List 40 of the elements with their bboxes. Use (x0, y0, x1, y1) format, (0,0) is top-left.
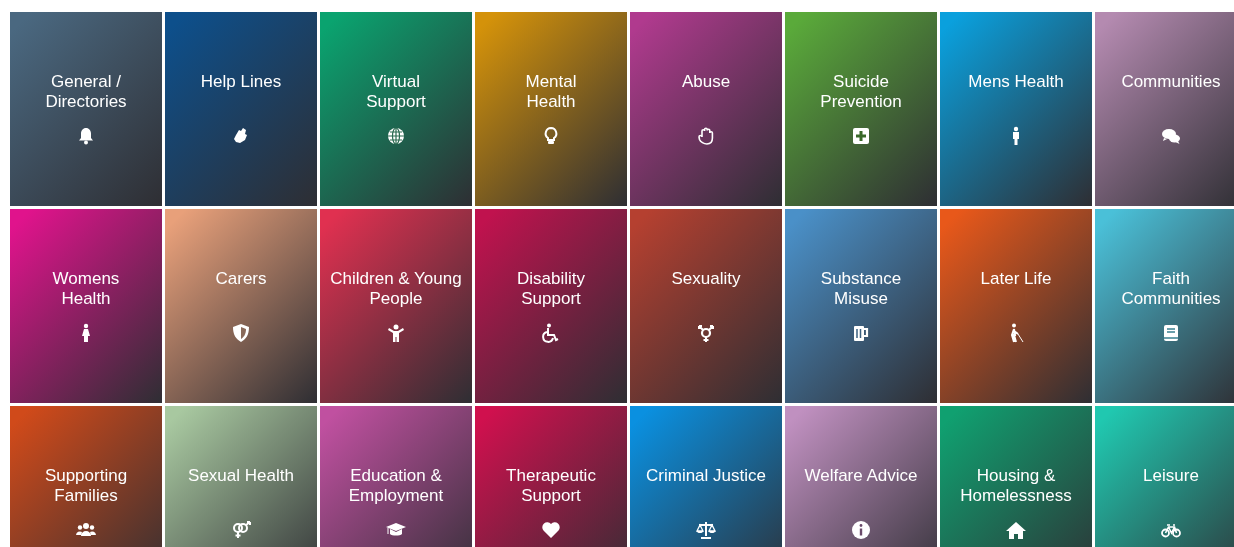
transgender-icon (696, 323, 716, 343)
venus-mars-icon (231, 520, 251, 540)
category-tile[interactable]: Carers (165, 209, 317, 403)
book-icon (1161, 323, 1181, 343)
category-tile[interactable]: Leisure (1095, 406, 1234, 547)
category-tile[interactable]: Abuse (630, 12, 782, 206)
category-tile[interactable]: Suicide Prevention (785, 12, 937, 206)
shield-icon (231, 323, 251, 343)
category-tile[interactable]: Housing & Homelessness (940, 406, 1092, 547)
category-tile[interactable]: Substance Misuse (785, 209, 937, 403)
category-tile[interactable]: Therapeutic Support (475, 406, 627, 547)
bell-icon (76, 126, 96, 146)
category-tile[interactable]: General / Directories (10, 12, 162, 206)
mug-icon (851, 323, 871, 343)
category-tile[interactable]: Sexual Health (165, 406, 317, 547)
category-tile[interactable]: Mens Health (940, 12, 1092, 206)
category-tile[interactable]: Criminal Justice (630, 406, 782, 547)
category-tile[interactable]: Education & Employment (320, 406, 472, 547)
scales-icon (696, 520, 716, 540)
category-tile[interactable]: Virtual Support (320, 12, 472, 206)
category-tile[interactable]: Welfare Advice (785, 406, 937, 547)
child-icon (386, 323, 406, 343)
speech-bubbles-icon (1161, 126, 1181, 146)
plus-square-icon (851, 126, 871, 146)
category-tile[interactable]: Help Lines (165, 12, 317, 206)
category-tile[interactable]: Sexuality (630, 209, 782, 403)
category-tile[interactable]: Supporting Families (10, 406, 162, 547)
info-icon (851, 520, 871, 540)
category-tile[interactable]: Mental Health (475, 12, 627, 206)
category-tile[interactable]: Disability Support (475, 209, 627, 403)
house-icon (1006, 520, 1026, 540)
category-tile[interactable]: Children & Young People (320, 209, 472, 403)
category-tile[interactable]: Later Life (940, 209, 1092, 403)
category-tile[interactable]: Womens Health (10, 209, 162, 403)
category-tile[interactable]: Faith Communities (1095, 209, 1234, 403)
heart-icon (541, 520, 561, 540)
category-tile[interactable]: Communities (1095, 12, 1234, 206)
globe-icon (386, 126, 406, 146)
hand-icon (696, 126, 716, 146)
wheelchair-icon (541, 323, 561, 343)
